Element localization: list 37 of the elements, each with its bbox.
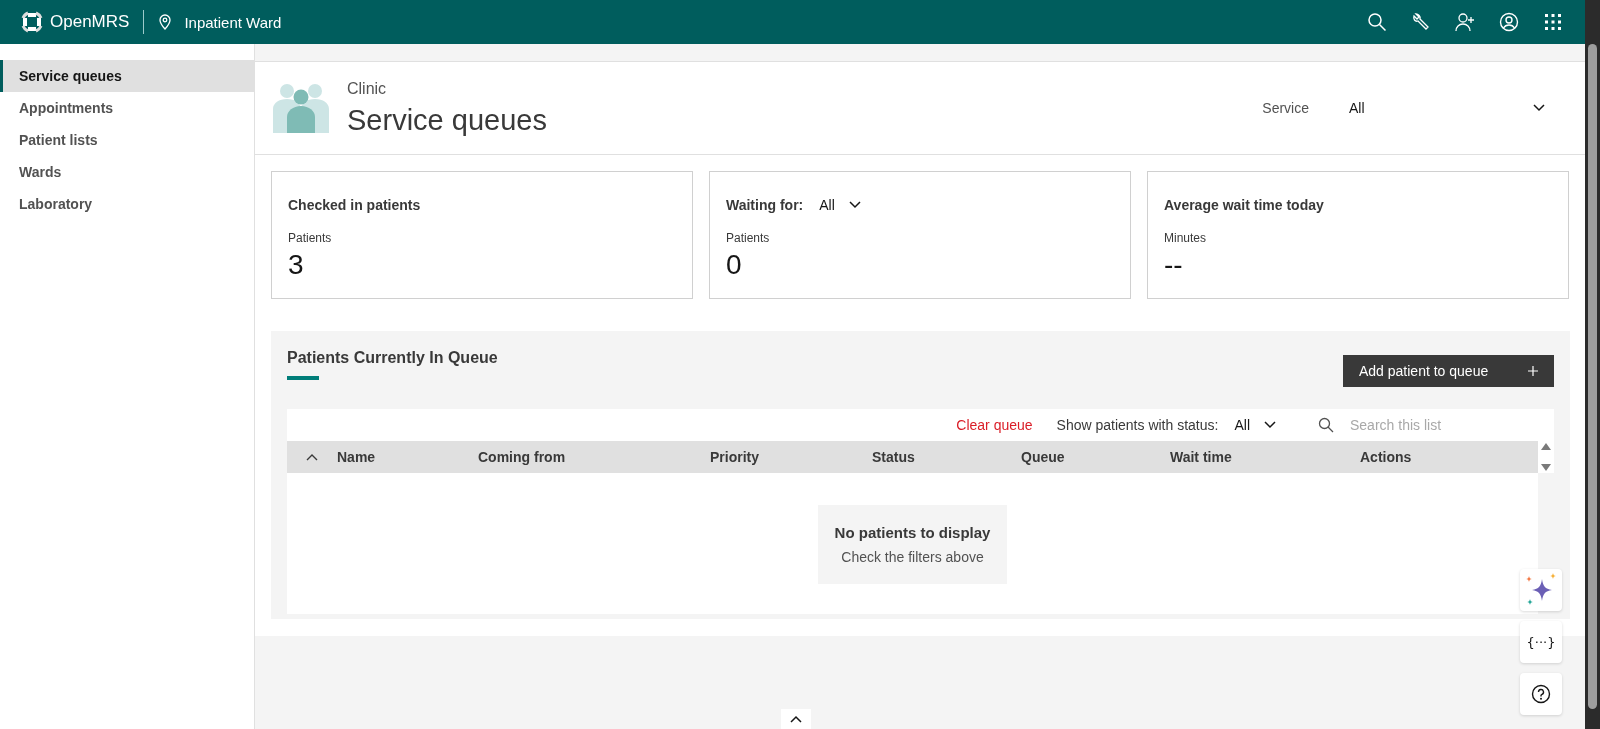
status-filter-label: Show patients with status:	[1056, 417, 1219, 433]
column-header[interactable]: Name	[337, 449, 478, 465]
code-button[interactable]: {···}	[1520, 621, 1562, 663]
panel-title: Patients Currently In Queue	[287, 349, 498, 367]
column-header[interactable]: Priority	[710, 449, 872, 465]
card-title: Average wait time today	[1164, 197, 1324, 213]
empty-title: No patients to display	[834, 524, 991, 541]
status-dropdown[interactable]: All	[1234, 417, 1276, 433]
clear-queue-link[interactable]: Clear queue	[956, 417, 1033, 433]
column-header[interactable]: Wait time	[1170, 449, 1360, 465]
stat-label: Minutes	[1164, 231, 1208, 245]
waiting-for-dropdown[interactable]: All	[819, 197, 861, 213]
service-dropdown[interactable]: All	[1349, 100, 1545, 116]
empty-hint: Check the filters above	[841, 549, 984, 565]
stat-value: 3	[288, 249, 305, 281]
nav-item[interactable]: Service queues	[0, 60, 254, 92]
brand-name: OpenMRS	[50, 12, 130, 32]
stat-value: --	[1164, 249, 1184, 281]
nav-item[interactable]: Laboratory	[0, 188, 254, 220]
column-header[interactable]: Status	[872, 449, 1021, 465]
location-name[interactable]: Inpatient Ward	[184, 13, 282, 31]
card-title: Checked in patients	[288, 197, 421, 213]
openmrs-logo[interactable]: OpenMRS	[20, 10, 145, 34]
nav-item[interactable]: Appointments	[0, 92, 254, 124]
nav-item[interactable]: Patient lists	[0, 124, 254, 156]
column-header[interactable]: Actions	[1360, 449, 1538, 465]
breadcrumb: Clinic	[347, 79, 388, 98]
stat-label: Patients	[726, 231, 771, 245]
card-title: Waiting for:	[726, 197, 804, 213]
service-label: Service	[1262, 100, 1309, 116]
nav-item[interactable]: Wards	[0, 156, 254, 188]
column-header[interactable]: Coming from	[478, 449, 710, 465]
stat-value: 0	[726, 249, 743, 281]
column-header[interactable]: Queue	[1021, 449, 1170, 465]
page-title: Service queues	[347, 103, 548, 137]
stat-label: Patients	[288, 231, 333, 245]
add-patient-button[interactable]: Add patient to queue	[1343, 355, 1554, 387]
